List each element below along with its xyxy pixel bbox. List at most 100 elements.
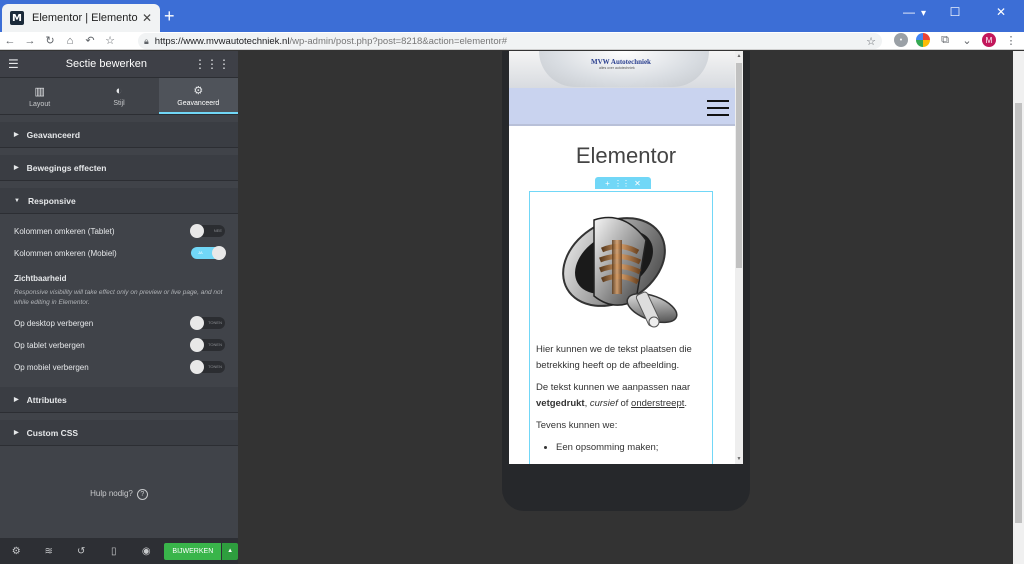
thermostat-image <box>562 216 678 328</box>
column-edit-handle[interactable]: + ⋮⋮ ✕ <box>595 177 651 189</box>
extension-icon[interactable]: • <box>894 33 908 47</box>
reload-icon[interactable]: ↻ <box>40 34 60 47</box>
hide-desktop-row: Op desktop verbergen TONEN <box>0 312 238 334</box>
history-icon[interactable]: ↺ <box>65 546 97 557</box>
para2-end: . <box>684 398 688 409</box>
preview-screen: MVW Autotechniek alles over autotechniek… <box>509 51 743 464</box>
contrast-icon: ◐ <box>115 85 123 97</box>
selected-column[interactable]: Hier kunnen we de tekst plaatsen die bet… <box>529 191 713 464</box>
address-bar[interactable]: 🔒︎ https://www.mvwautotechniek.nl/wp-adm… <box>138 33 882 49</box>
switch-label: TONEN <box>208 320 222 325</box>
panel-footer: ⚙ ≋ ↺ ▯ ◉ BIJWERKEN ▲ <box>0 538 239 564</box>
preview-scrollbar[interactable]: ▲ ▼ <box>735 51 743 464</box>
italic-text: cursief <box>589 398 618 409</box>
scroll-up-icon[interactable]: ▲ <box>735 53 743 59</box>
lock-icon: 🔒︎ <box>144 35 149 46</box>
url-host: https://www.mvwautotechniek.nl <box>154 35 290 47</box>
section-motion-label: Bewegings effecten <box>26 162 107 173</box>
bookmark-star-icon[interactable]: ☆ <box>100 34 120 47</box>
undo-icon[interactable]: ↶ <box>80 34 100 47</box>
para2-start: De tekst kunnen we aanpassen naar <box>536 382 691 393</box>
section-advanced[interactable]: ▶ Geavanceerd <box>0 122 238 148</box>
hide-mobile-switch[interactable]: TONEN <box>190 360 225 374</box>
star-icon[interactable]: ☆ <box>866 35 876 48</box>
back-icon[interactable]: ← <box>0 35 20 47</box>
bullet-list: Een opsomming maken; <box>536 440 708 456</box>
question-icon: ? <box>136 489 148 500</box>
section-attributes-label: Attributes <box>26 394 67 405</box>
site-header-image: MVW Autotechniek alles over autotechniek <box>509 51 743 88</box>
maximize-icon[interactable]: ☐ <box>932 0 978 24</box>
widgets-grid-icon[interactable]: ⋮⋮⋮ <box>194 57 230 71</box>
switch-label: NEE <box>213 228 222 233</box>
add-icon[interactable]: + <box>605 179 610 188</box>
pocket-icon[interactable]: ⌄ <box>960 33 974 47</box>
delete-icon[interactable]: ✕ <box>634 179 641 188</box>
caret-right-icon: ▶ <box>14 132 19 138</box>
minimize-icon[interactable]: — <box>886 0 932 24</box>
section-advanced-label: Geavanceerd <box>26 129 81 140</box>
new-tab-button[interactable]: + <box>164 7 175 25</box>
menu-dots-icon[interactable]: ⋮ <box>1004 33 1018 47</box>
tab-layout[interactable]: ▥ Layout <box>0 78 79 114</box>
close-tab-icon[interactable]: ✕ <box>142 11 152 25</box>
scroll-down-icon[interactable]: ▼ <box>735 456 743 462</box>
hide-desktop-switch[interactable]: TONEN <box>190 316 225 330</box>
switch-label: JA <box>198 250 203 255</box>
reverse-tablet-switch[interactable]: NEE <box>190 224 225 238</box>
home-icon[interactable]: ⌂ <box>60 35 80 47</box>
reverse-columns-tablet-row: Kolommen omkeren (Tablet) NEE <box>0 220 238 242</box>
section-responsive-label: Responsive <box>27 195 76 206</box>
forward-icon[interactable]: → <box>20 35 40 47</box>
paragraph-3: Tevens kunnen we: <box>536 420 618 431</box>
section-responsive[interactable]: ▼ Responsive <box>0 188 238 214</box>
mobile-menu-icon[interactable] <box>707 100 729 121</box>
color-extension-icon[interactable] <box>916 33 930 47</box>
panel-title: Sectie bewerken <box>65 58 148 70</box>
section-attributes[interactable]: ▶ Attributes <box>0 387 238 413</box>
site-logo-subtitle: alles over autotechniek <box>599 66 635 70</box>
caret-down-icon: ▼ <box>14 197 20 204</box>
section-custom-css[interactable]: ▶ Custom CSS <box>0 420 238 446</box>
favicon-icon: M <box>10 11 24 25</box>
layout-icon: ▥ <box>34 85 45 98</box>
reverse-mobile-switch[interactable]: JA <box>191 246 226 260</box>
reverse-columns-mobile-row: Kolommen omkeren (Mobiel) JA <box>0 242 238 264</box>
site-logo-text: MVW Autotechniek <box>591 58 651 66</box>
elementor-panel: ☰ Sectie bewerken ⋮⋮⋮ ▥ Layout ◐ Stijl ⚙… <box>0 51 239 564</box>
hide-desktop-label: Op desktop verbergen <box>14 318 94 328</box>
drag-icon[interactable]: ⋮⋮ <box>614 179 630 188</box>
profile-avatar[interactable]: M <box>982 33 996 47</box>
help-text: Hulp nodig? <box>90 489 133 498</box>
switch-knob <box>190 360 204 374</box>
window-scroll-thumb[interactable] <box>1015 103 1022 523</box>
section-custom-css-label: Custom CSS <box>26 427 79 438</box>
browser-tab[interactable]: M Elementor | Elementor ✕ <box>2 4 160 32</box>
tab-style-label: Stijl <box>113 100 125 107</box>
caret-right-icon: ▶ <box>14 397 19 403</box>
underline-text: onderstreept <box>631 398 685 409</box>
close-window-icon[interactable]: ✕ <box>978 0 1024 24</box>
tab-style[interactable]: ◐ Stijl <box>79 78 158 114</box>
settings-icon[interactable]: ⚙ <box>0 546 32 557</box>
panel-header: ☰ Sectie bewerken ⋮⋮⋮ <box>0 51 238 78</box>
panel-tabs: ▥ Layout ◐ Stijl ⚙ Geavanceerd <box>0 78 238 115</box>
save-options-caret-icon[interactable]: ▲ <box>222 542 239 560</box>
crop-icon[interactable]: ⧉ <box>938 33 952 47</box>
switch-knob <box>190 224 204 238</box>
section-motion-effects[interactable]: ▶ Bewegings effecten <box>0 155 238 181</box>
hide-tablet-switch[interactable]: TONEN <box>190 338 225 352</box>
help-link[interactable]: Hulp nodig?? <box>0 489 238 500</box>
tab-advanced-label: Geavanceerd <box>177 99 220 107</box>
navigator-layers-icon[interactable]: ≋ <box>32 546 64 557</box>
hamburger-menu-icon[interactable]: ☰ <box>8 57 19 71</box>
switch-label: TONEN <box>208 364 222 369</box>
responsive-mode-icon[interactable]: ▯ <box>97 546 129 557</box>
paragraph-2: De tekst kunnen we aanpassen naar vetged… <box>536 380 708 412</box>
scroll-thumb[interactable] <box>736 63 742 268</box>
window-scrollbar[interactable] <box>1013 51 1024 564</box>
preview-canvas: MVW Autotechniek alles over autotechniek… <box>238 51 1013 564</box>
update-button[interactable]: BIJWERKEN <box>164 542 222 560</box>
preview-eye-icon[interactable]: ◉ <box>130 546 162 557</box>
tab-advanced[interactable]: ⚙ Geavanceerd <box>158 78 238 114</box>
